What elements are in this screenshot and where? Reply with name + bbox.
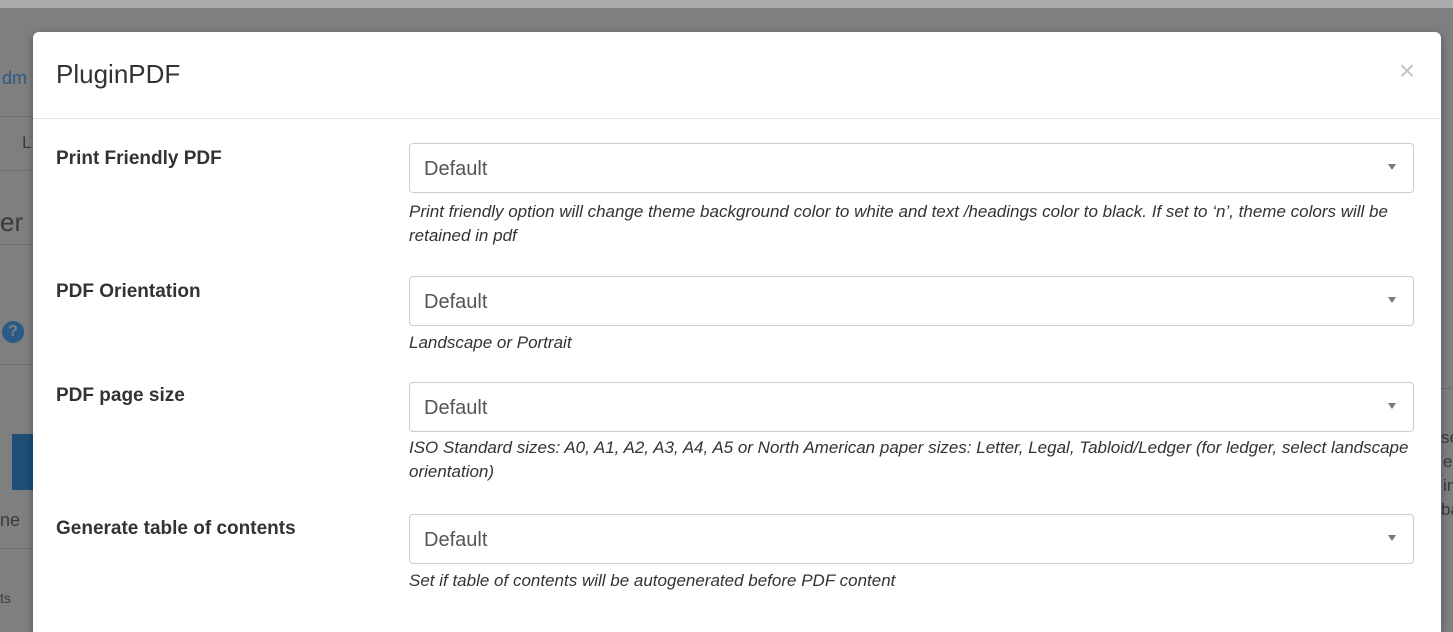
help-text: ISO Standard sizes: A0, A1, A2, A3, A4, … — [409, 438, 1409, 481]
background-divider — [1441, 388, 1453, 389]
background-divider — [0, 170, 33, 171]
print-friendly-select[interactable]: Default — [409, 143, 1414, 193]
caret-down-icon — [1388, 535, 1396, 541]
background-divider — [0, 364, 33, 365]
caret-down-icon — [1388, 403, 1396, 409]
background-text-fragment: dm — [2, 68, 28, 88]
background-text-fragment: in — [1443, 476, 1453, 495]
background-text-fragment: L — [22, 133, 32, 152]
modal-title: PluginPDF — [56, 59, 181, 89]
field-label: Generate table of contents — [56, 518, 296, 539]
background-text-fragment: se — [1441, 428, 1453, 447]
background-text-fragment: ba — [1441, 500, 1453, 519]
pdf-page-size-select[interactable]: Default — [409, 382, 1414, 432]
modal-header: PluginPDF × — [33, 32, 1441, 119]
help-text: Print friendly option will change theme … — [409, 202, 1388, 245]
background-help-icon: ? — [2, 321, 24, 343]
help-text: Landscape or Portrait — [409, 333, 572, 352]
help-text: Set if table of contents will be autogen… — [409, 571, 896, 590]
caret-down-icon — [1388, 297, 1396, 303]
field-label: PDF page size — [56, 385, 185, 406]
select-value: Default — [424, 529, 488, 551]
background-divider — [0, 244, 33, 245]
generate-toc-select[interactable]: Default — [409, 514, 1414, 564]
background-divider — [0, 116, 33, 117]
background-text-fragment: ne — [0, 510, 21, 530]
select-value: Default — [424, 158, 488, 180]
background-divider — [0, 548, 33, 549]
field-label: Print Friendly PDF — [56, 148, 222, 169]
select-value: Default — [424, 397, 488, 419]
background-text-fragment: er — [0, 207, 24, 237]
select-value: Default — [424, 291, 488, 313]
pluginpdf-modal: PluginPDF × Print Friendly PDF Default P… — [33, 32, 1441, 632]
backdrop-top-strip — [0, 0, 1453, 8]
caret-down-icon — [1388, 164, 1396, 170]
pdf-orientation-select[interactable]: Default — [409, 276, 1414, 326]
close-icon[interactable]: × — [1395, 56, 1419, 86]
field-label: PDF Orientation — [56, 281, 201, 302]
background-text-fragment: e — [1443, 452, 1453, 471]
background-button — [12, 434, 33, 490]
